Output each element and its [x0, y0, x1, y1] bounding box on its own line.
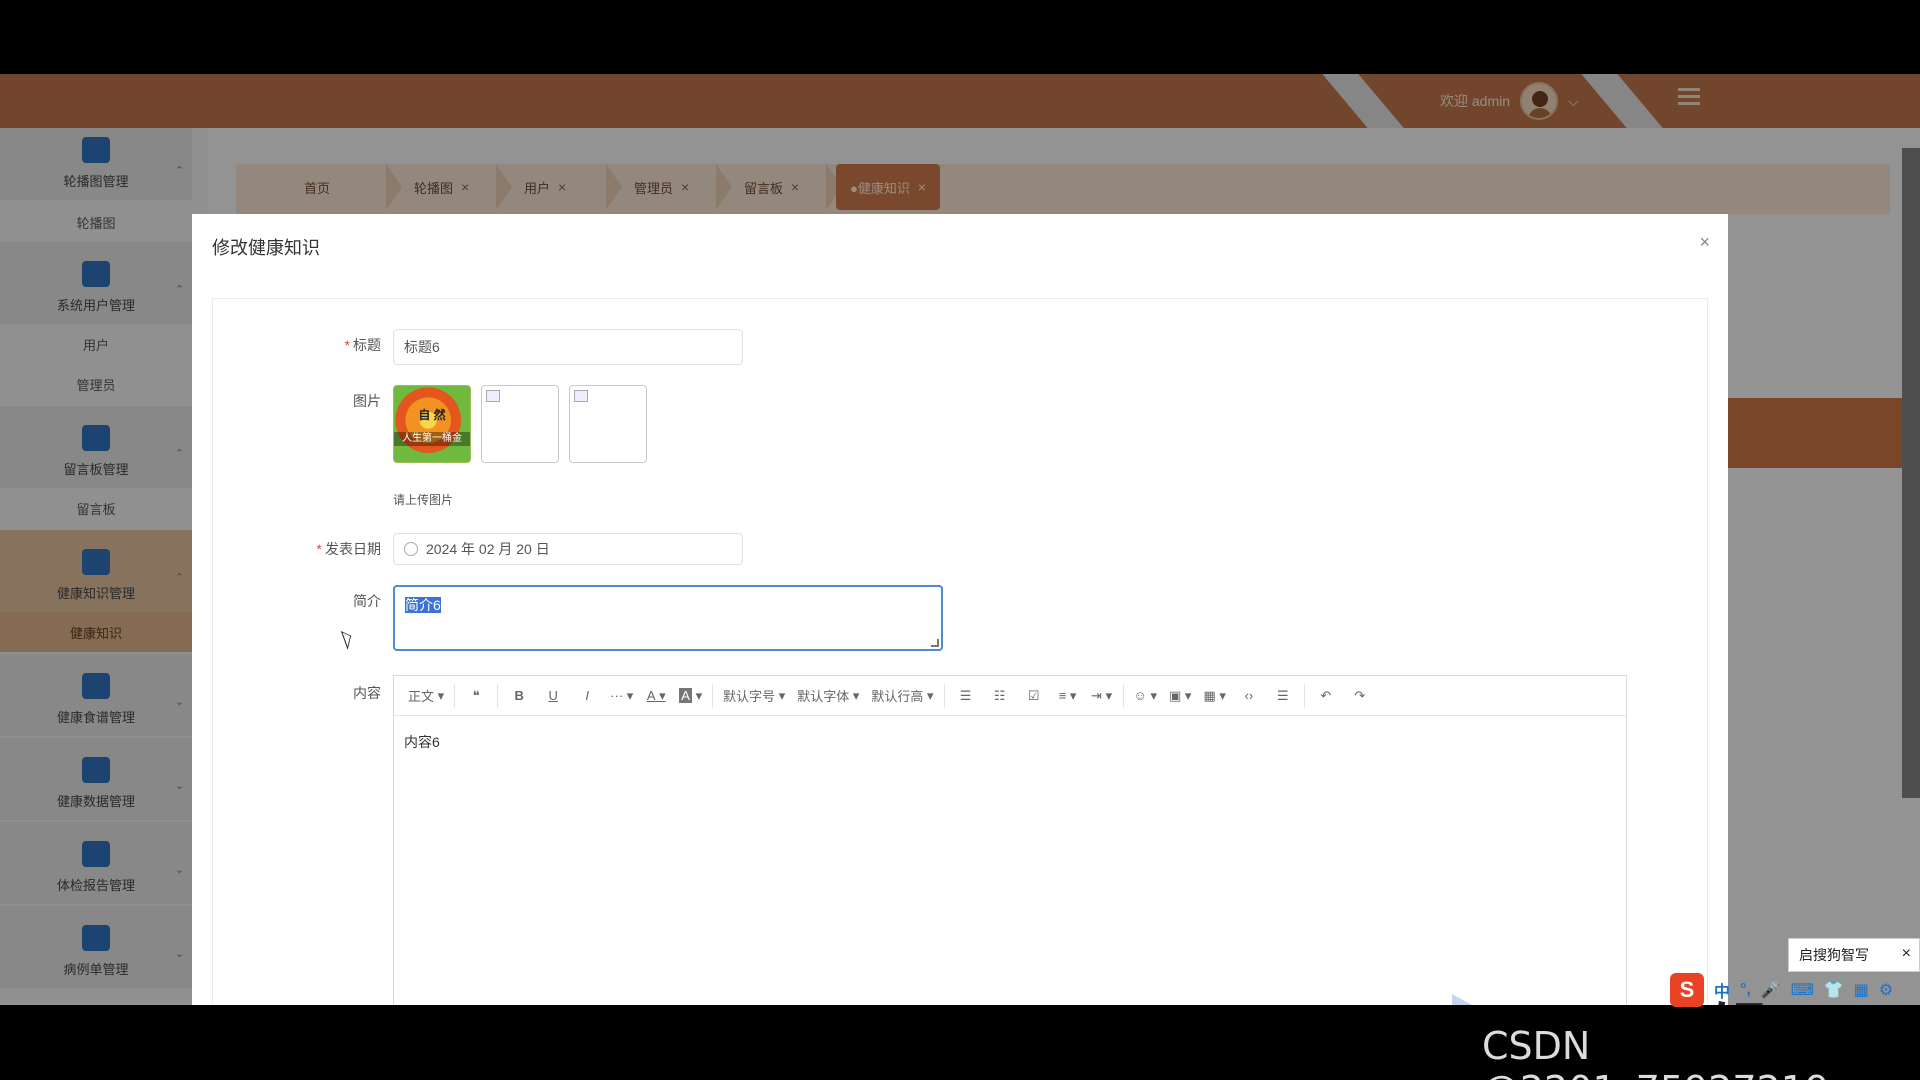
ime-popup[interactable]: 启搜狗智写 × — [1788, 938, 1920, 972]
close-icon[interactable]: × — [1699, 232, 1710, 253]
paragraph-select[interactable]: 正文 ▾ — [402, 682, 450, 710]
summary-label: 简介 — [353, 593, 381, 609]
underline-icon[interactable]: U — [536, 682, 570, 710]
resize-handle-icon[interactable] — [931, 639, 939, 647]
indent-icon[interactable]: ⇥ ▾ — [1085, 682, 1119, 710]
settings-icon[interactable]: ⚙ — [1879, 980, 1893, 1000]
bullet-list-icon[interactable]: ☰ — [949, 682, 983, 710]
image-thumbnail[interactable]: 自 然 人生第一桶金 — [393, 385, 471, 463]
numbered-list-icon[interactable]: ☷ — [983, 682, 1017, 710]
toolbar-divider — [712, 683, 714, 708]
toolbar-divider — [1122, 683, 1124, 708]
bold-icon[interactable]: B — [502, 682, 536, 710]
image-thumbnail-broken[interactable] — [569, 385, 647, 463]
clock-icon — [404, 542, 418, 556]
content-label: 内容 — [353, 685, 381, 701]
broken-image-icon — [486, 390, 500, 402]
align-icon[interactable]: ≡ ▾ — [1051, 682, 1085, 710]
image-thumbnail-broken[interactable] — [481, 385, 559, 463]
csdn-watermark: CSDN @2201_75927219 — [1482, 1024, 1829, 1080]
title-label: * 标题 — [344, 337, 381, 353]
broken-image-icon — [574, 390, 588, 402]
date-picker[interactable]: 2024 年 02 月 20 日 — [393, 533, 743, 565]
ime-mode[interactable]: 中 — [1714, 978, 1730, 1002]
font-family-select[interactable]: 默认字体 ▾ — [791, 682, 865, 710]
divider-icon[interactable]: ☰ — [1266, 682, 1300, 710]
font-size-select[interactable]: 默认字号 ▾ — [717, 682, 791, 710]
todo-icon[interactable]: ☑ — [1017, 682, 1051, 710]
image-caption-top: 自 然 — [418, 408, 446, 422]
play-watermark-icon — [1452, 994, 1514, 1005]
image-icon[interactable]: ▣ ▾ — [1163, 682, 1197, 710]
italic-icon[interactable]: I — [570, 682, 604, 710]
close-icon[interactable]: × — [1902, 945, 1911, 963]
image-label: 图片 — [353, 393, 381, 409]
apps-icon[interactable]: ▦ — [1854, 980, 1869, 1000]
toolbar-divider — [1303, 683, 1305, 708]
table-icon[interactable]: ▦ ▾ — [1197, 682, 1231, 710]
editor-content[interactable]: 内容6 — [394, 716, 1626, 768]
mouse-cursor-icon — [340, 628, 356, 650]
punctuation-icon[interactable]: °, — [1740, 981, 1751, 999]
image-caption: 人生第一桶金 — [394, 432, 470, 446]
rich-text-editor: 正文 ▾ ❝ B U I ··· ▾ A ▾ A ▾ 默认字号 ▾ 默认字体 ▾ — [393, 675, 1627, 1005]
screen: 欢迎 admin ⌵ 轮播图管理 ⌃ 轮播图 系统用户管理 ⌃ 用户 管理员 留… — [0, 0, 1920, 1080]
summary-value: 简介6 — [405, 597, 441, 613]
more-format-icon[interactable]: ··· ▾ — [604, 682, 639, 710]
summary-textarea[interactable]: 简介6 — [393, 585, 943, 651]
toolbar-divider — [497, 683, 499, 708]
ime-toolbar: S 中 °, 🎤 ⌨ 👕 ▦ ⚙ — [1664, 972, 1920, 1008]
skin-icon[interactable]: 👕 — [1824, 980, 1844, 1000]
font-color-icon[interactable]: A ▾ — [639, 682, 673, 710]
toolbar-divider — [454, 683, 456, 708]
toolbar-divider — [943, 683, 945, 708]
line-height-select[interactable]: 默认行高 ▾ — [865, 682, 939, 710]
edit-dialog: 修改健康知识 × * 标题 标题6 图片 自 然 人生第一桶金 请上传图片 * 发表… — [192, 214, 1728, 1005]
title-input[interactable]: 标题6 — [393, 329, 743, 365]
quote-icon[interactable]: ❝ — [459, 682, 493, 710]
sogou-logo-icon[interactable]: S — [1670, 973, 1704, 1007]
emoji-icon[interactable]: ☺ ▾ — [1128, 682, 1163, 710]
upload-hint: 请上传图片 — [393, 493, 454, 507]
edit-form: * 标题 标题6 图片 自 然 人生第一桶金 请上传图片 * 发表日期 2024 年… — [212, 298, 1708, 1005]
admin-app: 欢迎 admin ⌵ 轮播图管理 ⌃ 轮播图 系统用户管理 ⌃ 用户 管理员 留… — [0, 74, 1920, 1005]
background-color-icon[interactable]: A ▾ — [673, 682, 708, 710]
date-label: * 发表日期 — [316, 541, 381, 557]
microphone-icon[interactable]: 🎤 — [1761, 980, 1781, 1000]
ime-popup-text: 启搜狗智写 — [1799, 947, 1869, 963]
date-value: 2024 年 02 月 20 日 — [426, 541, 550, 557]
editor-toolbar: 正文 ▾ ❝ B U I ··· ▾ A ▾ A ▾ 默认字号 ▾ 默认字体 ▾ — [394, 676, 1626, 716]
redo-icon[interactable]: ↷ — [1343, 682, 1377, 710]
keyboard-icon[interactable]: ⌨ — [1791, 980, 1814, 1000]
dialog-title: 修改健康知识 — [212, 238, 320, 258]
code-icon[interactable]: ‹› — [1232, 682, 1266, 710]
undo-icon[interactable]: ↶ — [1309, 682, 1343, 710]
